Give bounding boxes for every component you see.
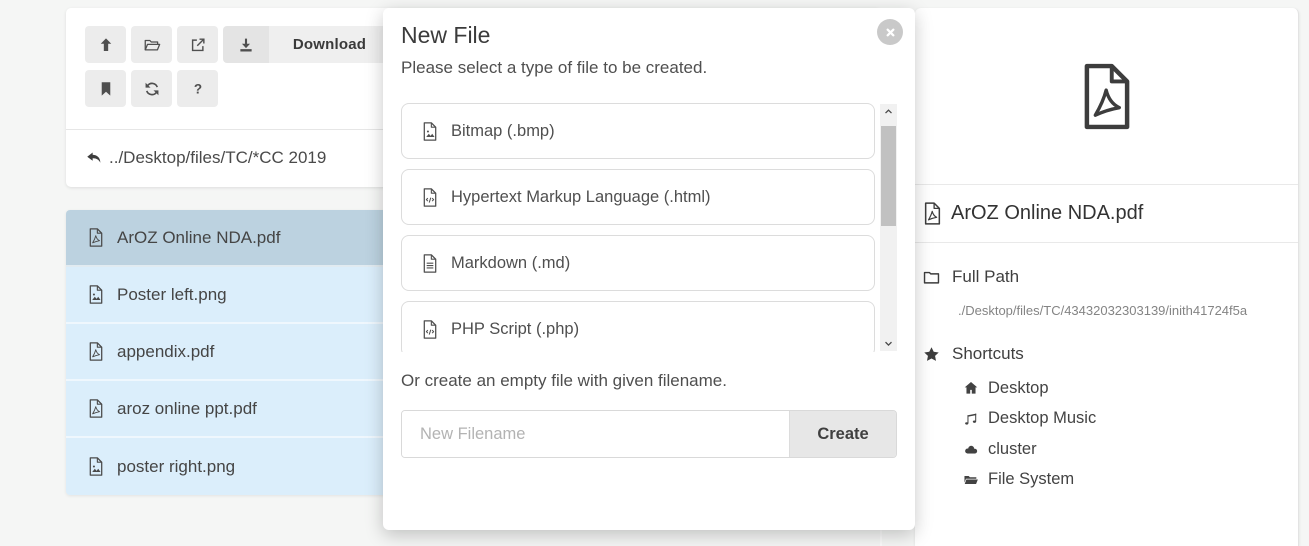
- upload-button[interactable]: [85, 26, 126, 63]
- shortcut-label: cluster: [988, 440, 1037, 459]
- shortcut-desktop-music[interactable]: Desktop Music: [915, 404, 1298, 435]
- breadcrumb-path: ../Desktop/files/TC/*CC 2019: [109, 148, 326, 168]
- new-filename-group: Create: [401, 410, 897, 458]
- chevron-up-icon: [883, 106, 894, 117]
- question-icon: ?: [189, 80, 207, 98]
- file-pdf-icon: [923, 202, 942, 225]
- open-external-button[interactable]: [177, 26, 218, 63]
- help-button[interactable]: ?: [177, 70, 218, 107]
- scroll-up-button[interactable]: [880, 104, 897, 119]
- cloud-icon: [963, 441, 979, 457]
- music-icon: [963, 411, 979, 427]
- bookmark-icon: [97, 80, 115, 98]
- folder-open-icon: [963, 472, 979, 488]
- file-name: aroz online ppt.pdf: [117, 399, 257, 419]
- new-filename-input[interactable]: [402, 411, 789, 457]
- download-icon: [237, 36, 255, 54]
- folder-icon: [922, 268, 941, 287]
- file-code-icon: [422, 188, 438, 207]
- file-preview: [915, 8, 1298, 185]
- properties-file-heading: ArOZ Online NDA.pdf: [915, 185, 1298, 243]
- file-name: appendix.pdf: [117, 342, 214, 362]
- refresh-icon: [143, 80, 161, 98]
- modal-subtitle: Please select a type of file to be creat…: [401, 56, 897, 80]
- folder-open-icon: [143, 36, 161, 54]
- full-path-label: Full Path: [952, 267, 1019, 287]
- file-type-label: Hypertext Markup Language (.html): [451, 188, 711, 207]
- empty-file-hint: Or create an empty file with given filen…: [401, 370, 897, 392]
- external-link-icon: [189, 36, 207, 54]
- arrow-up-icon: [97, 36, 115, 54]
- file-type-php[interactable]: PHP Script (.php): [401, 301, 875, 352]
- file-pdf-preview-icon: [1079, 63, 1135, 130]
- svg-text:?: ?: [193, 81, 201, 96]
- shortcut-label: Desktop Music: [988, 409, 1096, 428]
- shortcut-desktop[interactable]: Desktop: [915, 373, 1298, 404]
- shortcut-label: File System: [988, 470, 1074, 489]
- file-type-list: Bitmap (.bmp) Hypertext Markup Language …: [401, 103, 897, 352]
- shortcuts-row: Shortcuts: [915, 344, 1298, 364]
- download-button[interactable]: Download: [223, 26, 390, 63]
- file-code-icon: [422, 320, 438, 339]
- file-pdf-icon: [88, 399, 104, 418]
- chevron-down-icon: [883, 338, 894, 349]
- create-button[interactable]: Create: [789, 411, 896, 457]
- file-name: ArOZ Online NDA.pdf: [117, 228, 280, 248]
- file-pdf-icon: [88, 342, 104, 361]
- star-icon: [922, 345, 941, 364]
- home-icon: [963, 380, 979, 396]
- file-text-icon: [422, 254, 438, 273]
- shortcuts-label: Shortcuts: [952, 344, 1024, 364]
- file-type-label: Bitmap (.bmp): [451, 122, 555, 141]
- file-type-html[interactable]: Hypertext Markup Language (.html): [401, 169, 875, 225]
- new-file-modal: New File Please select a type of file to…: [383, 8, 915, 530]
- scroll-down-button[interactable]: [880, 336, 897, 351]
- open-folder-button[interactable]: [131, 26, 172, 63]
- file-name: poster right.png: [117, 457, 235, 477]
- properties-panel: ArOZ Online NDA.pdf Full Path ./Desktop/…: [915, 8, 1299, 546]
- download-button-label: Download: [269, 26, 390, 63]
- reply-arrow-icon: [85, 149, 103, 167]
- file-type-label: Markdown (.md): [451, 254, 570, 273]
- shortcut-cluster[interactable]: cluster: [915, 434, 1298, 465]
- file-type-bitmap[interactable]: Bitmap (.bmp): [401, 103, 875, 159]
- shortcut-file-system[interactable]: File System: [915, 465, 1298, 496]
- refresh-button[interactable]: [131, 70, 172, 107]
- shortcuts-list: Desktop Desktop Music cluster File Syste…: [915, 373, 1298, 495]
- file-image-icon: [88, 457, 104, 476]
- file-pdf-icon: [88, 228, 104, 247]
- file-name: Poster left.png: [117, 285, 227, 305]
- full-path-value: ./Desktop/files/TC/43432032303139/inith4…: [958, 303, 1298, 319]
- bookmark-button[interactable]: [85, 70, 126, 107]
- properties-file-name: ArOZ Online NDA.pdf: [951, 202, 1143, 225]
- shortcut-label: Desktop: [988, 379, 1049, 398]
- scrollbar[interactable]: [880, 104, 897, 351]
- modal-close-button[interactable]: [877, 19, 903, 45]
- download-icon-segment: [223, 26, 269, 63]
- file-image-icon: [88, 285, 104, 304]
- modal-title: New File: [401, 20, 897, 50]
- file-type-label: PHP Script (.php): [451, 320, 579, 339]
- close-icon: [883, 25, 898, 40]
- full-path-row: Full Path: [915, 267, 1298, 287]
- scrollbar-thumb[interactable]: [881, 126, 896, 226]
- file-image-icon: [422, 122, 438, 141]
- file-type-markdown[interactable]: Markdown (.md): [401, 235, 875, 291]
